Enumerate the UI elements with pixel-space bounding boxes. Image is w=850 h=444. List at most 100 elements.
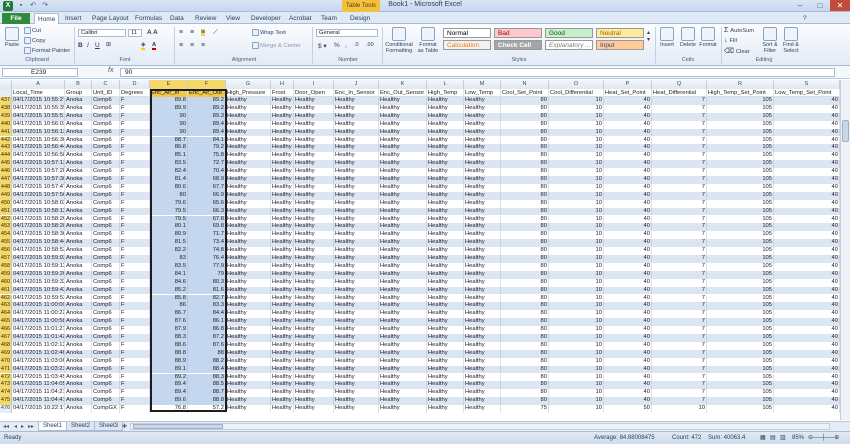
table-cell[interactable]: 84.6 (150, 278, 188, 287)
table-cell[interactable]: Comp6 (92, 389, 120, 398)
fill-color-icon[interactable]: ◈ (141, 42, 146, 50)
table-cell[interactable]: F (120, 128, 150, 137)
table-cell[interactable]: Healthy (427, 389, 464, 398)
table-cell[interactable]: 04/17/2015 10:59:11 (12, 262, 65, 271)
table-cell[interactable]: Healthy (271, 389, 294, 398)
table-cell[interactable]: 105 (707, 326, 774, 334)
minimize-button[interactable]: – (790, 0, 810, 11)
table-cell[interactable]: 7 (652, 144, 707, 153)
table-cell[interactable]: Healthy (294, 357, 334, 366)
table-cell[interactable]: Healthy (294, 168, 334, 176)
table-cell[interactable]: 105 (707, 144, 774, 153)
table-cell[interactable]: 7 (652, 397, 707, 406)
table-cell[interactable]: 105 (707, 357, 774, 366)
table-cell[interactable]: 80 (501, 373, 549, 382)
table-cell[interactable]: Anoka (65, 247, 92, 255)
table-cell[interactable]: 40 (774, 215, 840, 224)
table-cell[interactable]: 83.5 (150, 262, 188, 271)
table-cell[interactable]: Healthy (464, 341, 501, 350)
table-cell[interactable]: 68.9 (188, 176, 226, 184)
row-number[interactable]: 438 (0, 104, 12, 113)
table-cell[interactable]: Healthy (334, 310, 379, 319)
table-cell[interactable]: F (120, 278, 150, 287)
table-cell[interactable]: Healthy (226, 199, 271, 208)
column-header-cell[interactable]: Low_Temp_Set_Point (774, 89, 840, 97)
table-cell[interactable]: Healthy (334, 183, 379, 192)
table-cell[interactable]: 88.5 (188, 381, 226, 390)
table-cell[interactable]: Anoka (65, 207, 92, 216)
table-cell[interactable]: Anoka (65, 112, 92, 121)
table-cell[interactable]: 04/17/2015 10:22:17 (12, 405, 65, 413)
table-cell[interactable]: Healthy (379, 160, 427, 169)
table-cell[interactable]: 80 (501, 247, 549, 255)
table-cell[interactable]: F (120, 326, 150, 334)
table-cell[interactable]: 89.6 (150, 397, 188, 406)
row-number[interactable]: 440 (0, 120, 12, 129)
table-cell[interactable]: 75.8 (188, 152, 226, 161)
table-cell[interactable]: Healthy (271, 270, 294, 279)
table-cell[interactable]: 79.6 (150, 199, 188, 208)
table-cell[interactable]: 40 (774, 270, 840, 279)
table-cell[interactable]: 40 (604, 128, 652, 137)
insert-cells-button[interactable]: Insert (658, 27, 676, 48)
table-cell[interactable]: F (120, 294, 150, 303)
style-bad[interactable]: Bad (494, 28, 542, 38)
table-cell[interactable]: Healthy (464, 318, 501, 327)
row-number[interactable]: 455 (0, 239, 12, 248)
row-number[interactable]: 464 (0, 310, 12, 319)
table-cell[interactable]: Healthy (226, 278, 271, 287)
table-cell[interactable]: 10 (549, 207, 604, 216)
table-cell[interactable]: Comp6 (92, 341, 120, 350)
table-cell[interactable]: Healthy (464, 397, 501, 406)
table-cell[interactable]: Healthy (334, 239, 379, 248)
table-cell[interactable]: Healthy (334, 326, 379, 334)
tab-data[interactable]: Data (167, 13, 187, 24)
table-cell[interactable]: Healthy (334, 389, 379, 398)
table-cell[interactable]: Healthy (226, 349, 271, 358)
table-cell[interactable]: 80 (501, 136, 549, 145)
table-cell[interactable]: 40 (774, 397, 840, 406)
table-cell[interactable]: 90 (150, 120, 188, 129)
table-cell[interactable]: Healthy (294, 104, 334, 113)
table-cell[interactable]: 89.4 (188, 120, 226, 129)
table-cell[interactable]: 40 (774, 128, 840, 137)
table-cell[interactable]: 04/17/2015 10:56:58 (12, 152, 65, 161)
table-cell[interactable]: 105 (707, 310, 774, 319)
table-cell[interactable]: 80 (501, 231, 549, 240)
close-button[interactable]: ✕ (830, 0, 850, 11)
table-cell[interactable]: Healthy (334, 373, 379, 382)
table-cell[interactable]: Healthy (271, 176, 294, 184)
column-header[interactable]: K (379, 80, 427, 89)
row-number[interactable]: 448 (0, 183, 12, 192)
table-cell[interactable]: F (120, 152, 150, 161)
table-cell[interactable]: 40 (774, 302, 840, 311)
table-cell[interactable]: 04/17/2015 10:57:47 (12, 183, 65, 192)
table-cell[interactable]: F (120, 341, 150, 350)
style-explanatory[interactable]: Explanatory ... (545, 40, 593, 50)
table-cell[interactable]: 40 (774, 334, 840, 342)
row-number[interactable]: 451 (0, 207, 12, 216)
column-header-cell[interactable]: Heat_Differential (652, 89, 707, 97)
table-cell[interactable]: 7 (652, 286, 707, 295)
column-header-cell[interactable]: Frost (271, 89, 294, 97)
table-cell[interactable]: 86 (150, 302, 188, 311)
table-cell[interactable]: Healthy (379, 97, 427, 105)
table-cell[interactable]: Anoka (65, 405, 92, 413)
row-number[interactable]: 470 (0, 357, 12, 366)
table-cell[interactable]: Healthy (427, 334, 464, 342)
table-cell[interactable]: Healthy (464, 357, 501, 366)
table-cell[interactable]: 105 (707, 365, 774, 374)
row-number[interactable]: 457 (0, 255, 12, 263)
table-cell[interactable]: 105 (707, 262, 774, 271)
table-cell[interactable]: 40 (604, 389, 652, 398)
table-cell[interactable]: Healthy (379, 318, 427, 327)
new-sheet-icon[interactable]: ✚ (122, 423, 127, 430)
table-cell[interactable]: 7 (652, 318, 707, 327)
table-cell[interactable]: Healthy (379, 302, 427, 311)
table-cell[interactable]: Healthy (464, 278, 501, 287)
comma-icon[interactable]: , (345, 42, 347, 49)
table-cell[interactable]: Healthy (427, 112, 464, 121)
column-header[interactable]: Q (652, 80, 707, 89)
table-cell[interactable]: 10 (549, 397, 604, 406)
table-cell[interactable]: 105 (707, 389, 774, 398)
